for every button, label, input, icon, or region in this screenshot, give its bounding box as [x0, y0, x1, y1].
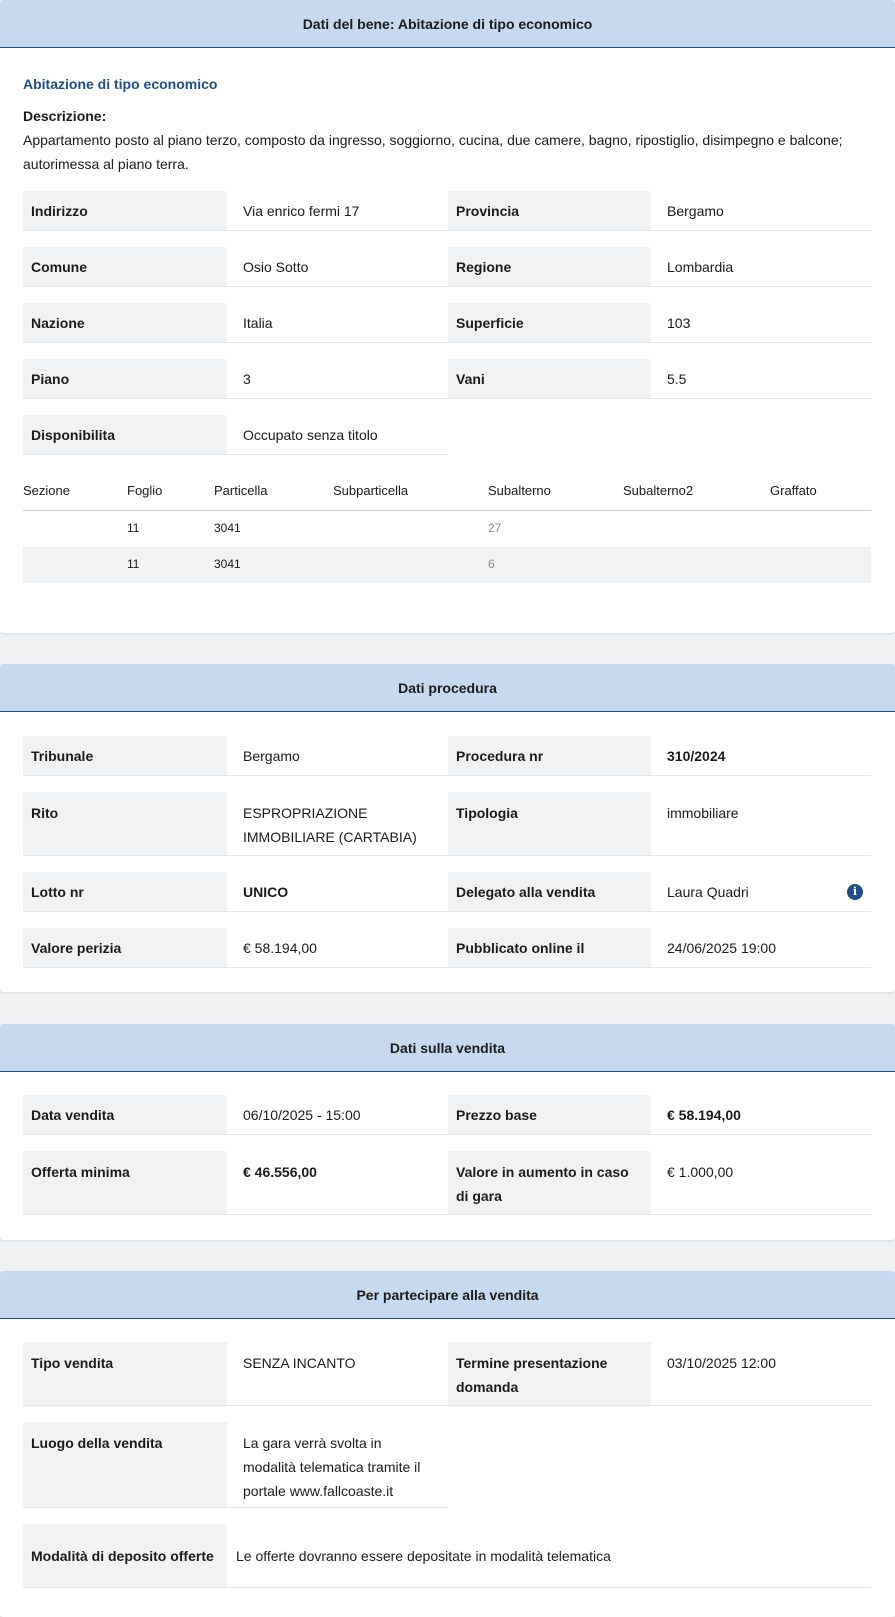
value-tipologia: immobiliare — [651, 792, 871, 856]
description-text: Appartamento posto al piano terzo, compo… — [23, 132, 843, 172]
label-regione: Regione — [448, 247, 651, 287]
value-comune: Osio Sotto — [227, 247, 448, 287]
table-row: 11 3041 6 — [23, 547, 871, 583]
catasto-table: Sezione Foglio Particella Subparticella … — [0, 478, 895, 618]
label-piano: Piano — [23, 359, 227, 399]
value-prezzo-base: € 58.194,00 — [651, 1095, 871, 1135]
label-pubblicato: Pubblicato online il — [448, 928, 651, 968]
value-lotto-nr: UNICO — [227, 872, 448, 912]
label-data-vendita: Data vendita — [23, 1095, 227, 1135]
label-valore-perizia: Valore perizia — [23, 928, 227, 968]
description-label: Descrizione: — [23, 108, 107, 124]
label-nazione: Nazione — [23, 303, 227, 343]
card-dati-bene: Dati del bene: Abitazione di tipo econom… — [0, 0, 895, 633]
card-body-partecipare: Tipo vendita SENZA INCANTO Termine prese… — [0, 1319, 895, 1617]
value-aumento: € 1.000,00 — [651, 1151, 871, 1215]
th-sezione: Sezione — [23, 483, 70, 498]
value-data-vendita: 06/10/2025 - 15:00 — [227, 1095, 448, 1135]
th-particella: Particella — [214, 483, 268, 498]
value-offerta-minima: € 46.556,00 — [227, 1151, 448, 1215]
th-graffato: Graffato — [770, 483, 817, 498]
delegato-name: Laura Quadri — [667, 883, 749, 900]
value-luogo: La gara verrà svolta in modalità telemat… — [227, 1422, 448, 1508]
bene-subtitle: Abitazione di tipo economico — [23, 76, 218, 92]
cell-subalterno: 27 — [488, 521, 502, 535]
card-header-dati-bene: Dati del bene: Abitazione di tipo econom… — [0, 0, 895, 48]
card-dati-procedura: Dati procedura Tribunale Bergamo Procedu… — [0, 664, 895, 992]
value-termine: 03/10/2025 12:00 — [651, 1342, 871, 1406]
value-pubblicato: 24/06/2025 19:00 — [651, 928, 871, 968]
card-body-dati-bene: Abitazione di tipo economico Descrizione… — [0, 48, 895, 633]
label-delegato: Delegato alla vendita — [448, 872, 651, 912]
card-partecipare: Per partecipare alla vendita Tipo vendit… — [0, 1271, 895, 1617]
label-lotto-nr: Lotto nr — [23, 872, 227, 912]
label-deposito: Modalità di deposito offerte — [23, 1524, 227, 1588]
label-tipologia: Tipologia — [448, 792, 651, 856]
card-header-partecipare: Per partecipare alla vendita — [0, 1271, 895, 1319]
value-piano: 3 — [227, 359, 448, 399]
card-body-dati-vendita: Data vendita 06/10/2025 - 15:00 Prezzo b… — [0, 1072, 895, 1240]
label-offerta-minima: Offerta minima — [23, 1151, 227, 1215]
value-superficie: 103 — [651, 303, 871, 343]
card-header-dati-vendita: Dati sulla vendita — [0, 1024, 895, 1072]
label-indirizzo: Indirizzo — [23, 191, 227, 231]
th-foglio: Foglio — [127, 483, 163, 498]
value-valore-perizia: € 58.194,00 — [227, 928, 448, 968]
th-subalterno2: Subalterno2 — [623, 483, 694, 498]
label-superficie: Superficie — [448, 303, 651, 343]
cell-particella: 3041 — [214, 521, 241, 535]
card-dati-vendita: Dati sulla vendita Data vendita 06/10/20… — [0, 1024, 895, 1240]
label-tipo-vendita: Tipo vendita — [23, 1342, 227, 1406]
cell-foglio: 11 — [127, 521, 140, 535]
value-delegato: Laura Quadri i — [651, 872, 871, 912]
value-nazione: Italia — [227, 303, 448, 343]
label-tribunale: Tribunale — [23, 736, 227, 776]
th-subalterno: Subalterno — [488, 483, 551, 498]
card-body-dati-procedura: Tribunale Bergamo Procedura nr 310/2024 … — [0, 712, 895, 992]
label-provincia: Provincia — [448, 191, 651, 231]
value-tipo-vendita: SENZA INCANTO — [227, 1342, 448, 1406]
label-procedura-nr: Procedura nr — [448, 736, 651, 776]
label-prezzo-base: Prezzo base — [448, 1095, 651, 1135]
value-rito: ESPROPRIAZIONE IMMOBILIARE (CARTABIA) — [227, 792, 448, 856]
label-comune: Comune — [23, 247, 227, 287]
cell-particella: 3041 — [214, 557, 241, 571]
info-icon[interactable]: i — [847, 884, 863, 900]
th-subparticella: Subparticella — [333, 483, 409, 498]
value-provincia: Bergamo — [651, 191, 871, 231]
label-termine: Termine presentazione domanda — [448, 1342, 651, 1406]
cell-subalterno: 6 — [488, 557, 495, 571]
value-regione: Lombardia — [651, 247, 871, 287]
label-disponibilita: Disponibilita — [23, 415, 227, 455]
value-disponibilita: Occupato senza titolo — [227, 415, 448, 455]
value-deposito: Le offerte dovranno essere depositate in… — [227, 1524, 871, 1588]
value-procedura-nr: 310/2024 — [651, 736, 871, 776]
value-tribunale: Bergamo — [227, 736, 448, 776]
table-row: 11 3041 27 — [23, 511, 871, 547]
label-aumento: Valore in aumento in caso di gara — [448, 1151, 651, 1215]
value-vani: 5.5 — [651, 359, 871, 399]
cell-foglio: 11 — [127, 557, 140, 571]
label-vani: Vani — [448, 359, 651, 399]
card-header-dati-procedura: Dati procedura — [0, 664, 895, 712]
value-indirizzo: Via enrico fermi 17 — [227, 191, 448, 231]
label-rito: Rito — [23, 792, 227, 856]
label-luogo: Luogo della vendita — [23, 1422, 227, 1508]
